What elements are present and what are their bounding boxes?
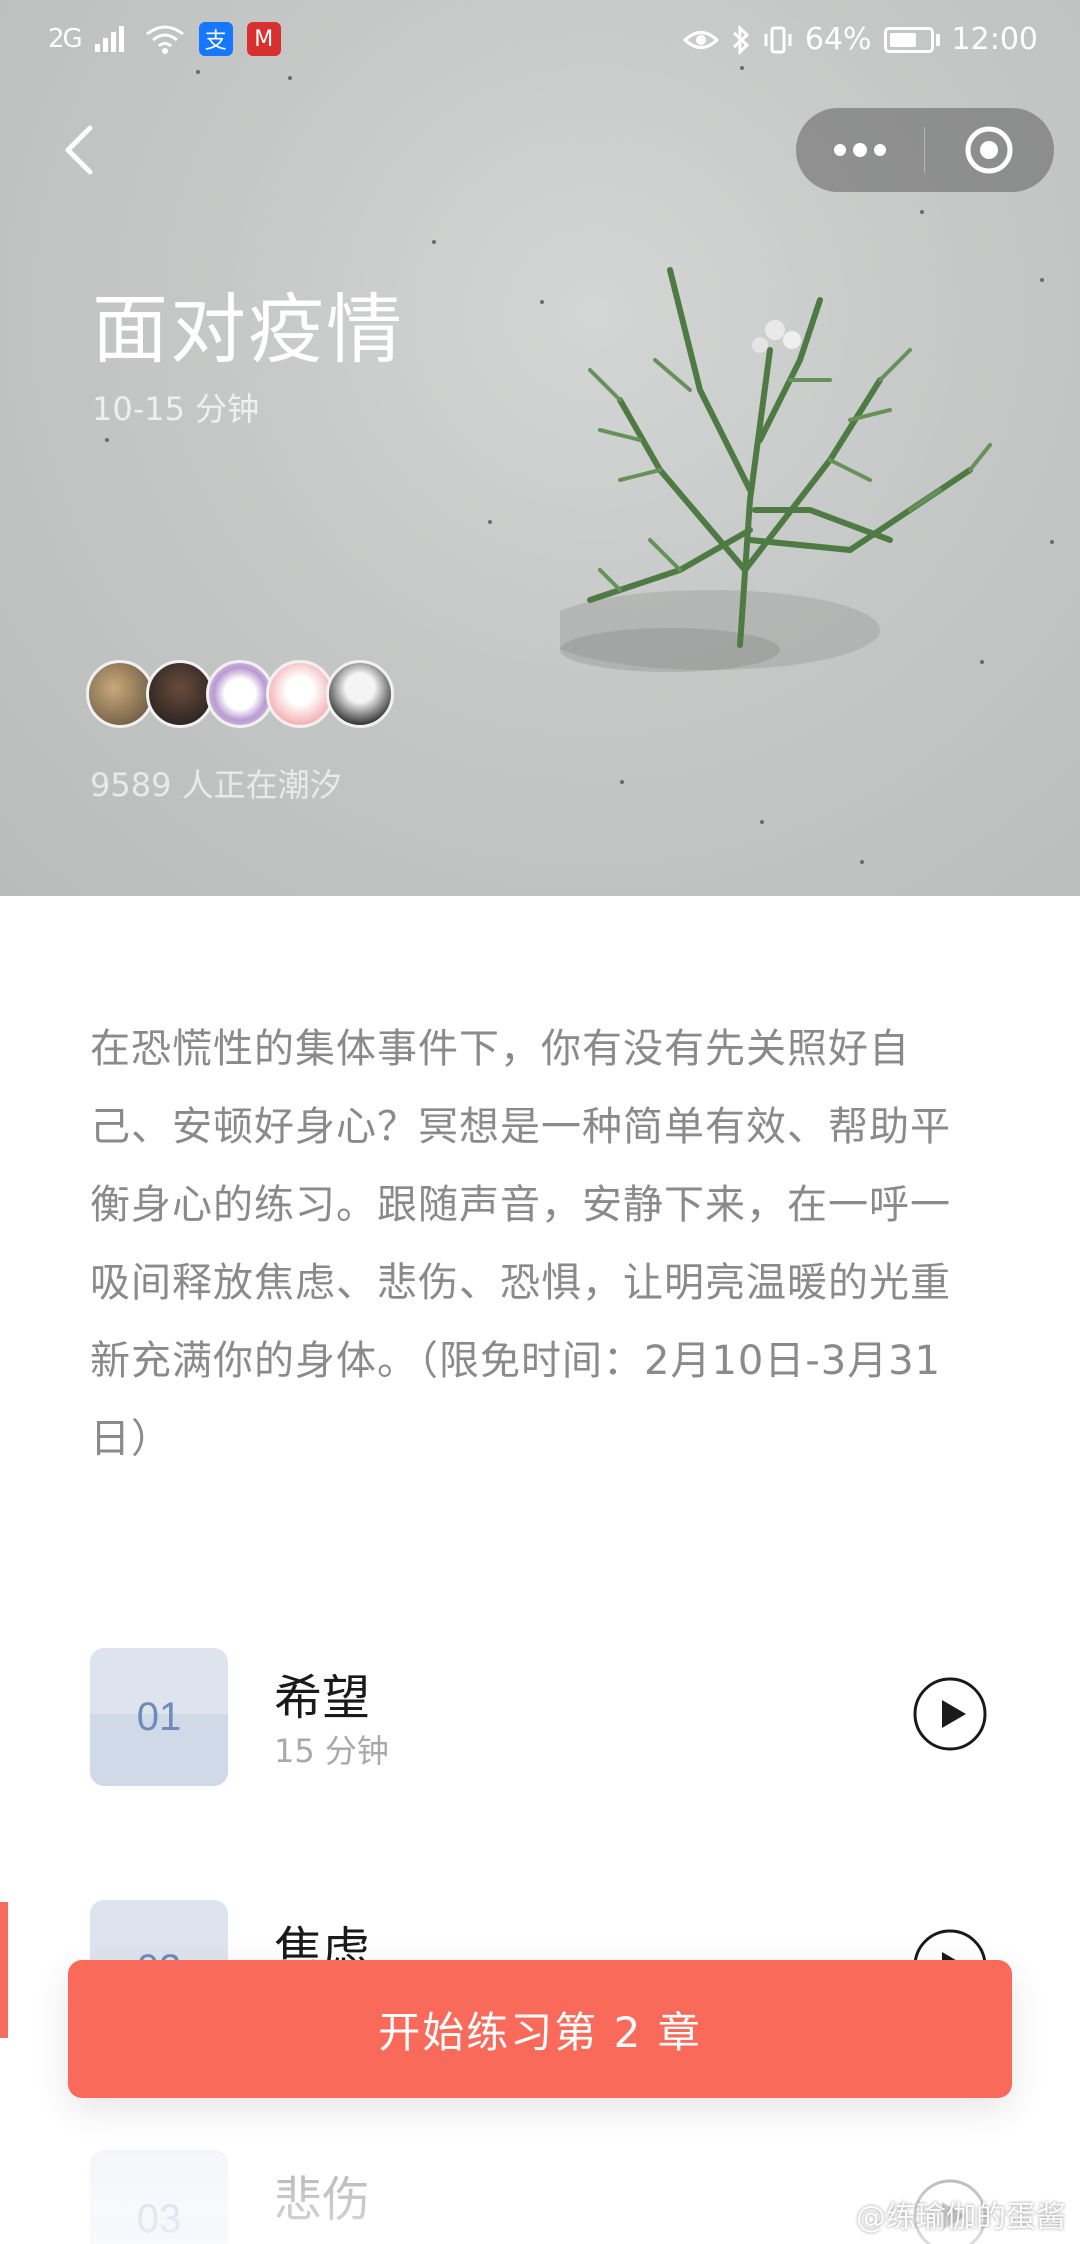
watermark-text: @练瑜伽的蛋酱 bbox=[856, 2200, 1066, 2235]
cell-signal-icon bbox=[94, 26, 124, 52]
decor bbox=[760, 820, 764, 824]
bluetooth-icon bbox=[732, 24, 750, 55]
course-description: 在恐慌性的集体事件下，你有没有先关照好自己、安顿好身心？冥想是一种简单有效、帮助… bbox=[90, 1026, 951, 1462]
current-chapter-marker bbox=[0, 1902, 8, 2038]
alipay-icon: 支 bbox=[198, 22, 233, 56]
play-icon bbox=[913, 1677, 987, 1751]
course-duration: 10-15 分钟 bbox=[92, 390, 260, 428]
eye-icon bbox=[682, 30, 719, 49]
clock: 12:00 bbox=[951, 22, 1038, 57]
avatar bbox=[326, 660, 394, 728]
watermark: @练瑜伽的蛋酱 bbox=[812, 2192, 1066, 2236]
decor bbox=[432, 240, 436, 244]
status-bar: 2G 支 M 64% 12:00 bbox=[0, 0, 1080, 80]
participant-avatars bbox=[86, 660, 394, 730]
signal-label: 2G bbox=[48, 24, 83, 54]
more-dots-icon bbox=[834, 143, 886, 157]
more-button[interactable] bbox=[796, 108, 924, 192]
decor bbox=[935, 33, 940, 46]
back-button[interactable] bbox=[58, 120, 102, 180]
decor bbox=[920, 210, 924, 214]
avatar bbox=[266, 660, 334, 728]
vibrate-icon bbox=[764, 26, 792, 53]
wifi-icon bbox=[145, 25, 184, 54]
chapter-title: 希望 bbox=[274, 1670, 371, 1726]
start-practice-button[interactable]: 开始练习第 2 章 bbox=[68, 1960, 1012, 2098]
mini-program-capsule bbox=[796, 108, 1054, 192]
decor bbox=[540, 300, 544, 304]
play-button[interactable] bbox=[912, 1676, 988, 1752]
chapter-duration: 15 分钟 bbox=[274, 1732, 389, 1770]
avatar bbox=[146, 660, 214, 728]
chevron-left-icon bbox=[65, 125, 93, 175]
decor bbox=[620, 780, 624, 784]
page-title: 面对疫情 bbox=[92, 285, 404, 374]
battery-icon bbox=[883, 26, 934, 53]
decor bbox=[1040, 278, 1044, 282]
target-circle-icon bbox=[965, 126, 1013, 174]
plant-illustration bbox=[560, 267, 992, 672]
avatar bbox=[206, 660, 274, 728]
decor bbox=[1050, 540, 1054, 544]
battery-percent: 64% bbox=[804, 22, 872, 57]
bank-icon: M bbox=[246, 22, 281, 56]
decor bbox=[860, 860, 864, 864]
active-participants: 9589 人正在潮汐 bbox=[90, 766, 342, 804]
hero-banner: 2G 支 M 64% 12:00 面对疫情 10-15 分钟 9589 人正在潮… bbox=[0, 0, 1080, 896]
chapter-number: 01 bbox=[90, 1648, 228, 1786]
decor bbox=[105, 438, 109, 442]
weibo-icon bbox=[812, 2202, 846, 2228]
decor bbox=[488, 520, 492, 524]
avatar bbox=[86, 660, 154, 728]
chapter-item-01[interactable]: 01 希望 15 分钟 bbox=[90, 1648, 1000, 1788]
close-button[interactable] bbox=[925, 108, 1053, 192]
